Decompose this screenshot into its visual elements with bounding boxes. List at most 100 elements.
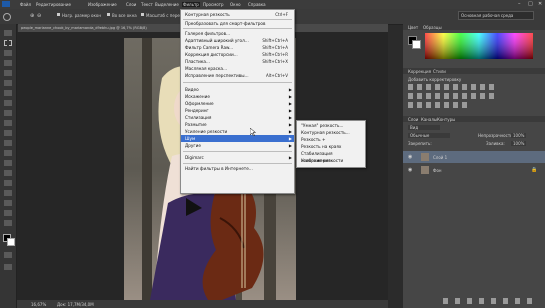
close-icon[interactable]: ✕ [538, 1, 542, 7]
minimize-icon[interactable]: – [518, 1, 521, 7]
layer-filter-select[interactable]: Вид [408, 125, 440, 130]
workspace-select[interactable]: Основная рабочая среда [458, 11, 534, 20]
visibility-eye-icon[interactable]: ◉ [408, 154, 412, 160]
menu-item-liquify[interactable]: Пластика... Shift+Ctrl+X [181, 58, 294, 65]
shape-tool-icon[interactable] [4, 200, 12, 206]
menu-item-noise[interactable]: Шум ▶ [181, 135, 294, 142]
fill-label: Заливка: [486, 141, 505, 146]
adjustment-icons-row-2[interactable] [408, 93, 498, 99]
menu-item-distort[interactable]: Искажение ▶ [181, 93, 294, 100]
menu-item-oil-paint[interactable]: Масляная краска... [181, 65, 294, 72]
tab-color[interactable]: Цвет [408, 25, 418, 30]
submenu-item-0[interactable]: "Умная" резкость... [297, 122, 365, 129]
history-brush-tool-icon[interactable] [4, 120, 12, 126]
resize-windows-checkbox[interactable] [57, 13, 60, 16]
menu-item-adaptive-wide-angle[interactable]: Адаптивный широкий угол... Shift+Ctrl+A [181, 37, 294, 44]
tab-styles[interactable]: Стили [433, 69, 446, 74]
quick-mask-icon[interactable] [4, 252, 12, 258]
menu-image[interactable]: Изображение [88, 2, 117, 7]
menu-item-browse-filters[interactable]: Найти фильтры в Интернете... [181, 165, 294, 172]
blend-mode-select[interactable]: Обычные [408, 133, 450, 138]
zoom-tool-icon[interactable] [4, 220, 12, 226]
menu-item-last-filter[interactable]: Контурная резкость Ctrl+F [181, 11, 294, 18]
hand-tool-icon[interactable] [4, 210, 12, 216]
zoom-in-icon[interactable]: ⊕ [30, 13, 34, 19]
ps-logo-icon [2, 1, 10, 7]
layer-name[interactable]: Слой 1 [433, 155, 447, 160]
healing-brush-tool-icon[interactable] [4, 90, 12, 96]
opacity-field[interactable]: 100% [511, 133, 527, 138]
submenu-item-2[interactable]: Резкость + [297, 136, 365, 143]
lasso-tool-icon[interactable] [4, 50, 12, 56]
toolbox [0, 24, 17, 308]
scrubby-zoom-checkbox[interactable] [141, 13, 144, 16]
type-tool-icon[interactable] [4, 180, 12, 186]
menu-item-lens-correction[interactable]: Коррекция дисторсии... Shift+Ctrl+R [181, 51, 294, 58]
tab-swatches[interactable]: Образцы [423, 25, 442, 30]
layer-actions-bar[interactable] [443, 298, 533, 304]
color-spectrum[interactable] [425, 33, 533, 59]
menu-item-pixelate[interactable]: Оформление ▶ [181, 100, 294, 107]
menu-item-vanishing-point[interactable]: Исправление перспективы... Alt+Ctrl+V [181, 72, 294, 79]
menu-view[interactable]: Просмотр [203, 2, 224, 7]
screen-mode-icon[interactable] [4, 264, 12, 270]
tab-paths[interactable]: Контуры [437, 117, 455, 122]
visibility-eye-icon[interactable]: ◉ [408, 167, 412, 173]
quick-select-tool-icon[interactable] [4, 60, 12, 66]
zoom-out-icon[interactable]: ⊖ [37, 13, 41, 19]
path-select-tool-icon[interactable] [4, 190, 12, 196]
noise-submenu: "Умная" резкость... Контурная резкость..… [296, 120, 366, 168]
tab-layers[interactable]: Слои [408, 117, 418, 122]
menu-item-video[interactable]: Видео ▶ [181, 86, 294, 93]
gradient-tool-icon[interactable] [4, 140, 12, 146]
eyedropper-tool-icon[interactable] [4, 80, 12, 86]
layer-row[interactable]: ◉ Фон 🔒 [403, 164, 545, 176]
pen-tool-icon[interactable] [4, 170, 12, 176]
status-bar: 16,67% Док: 17,7M/34,0M [17, 300, 388, 308]
submenu-item-5[interactable]: Усиление резкости [297, 157, 365, 164]
menu-type[interactable]: Текст [141, 2, 153, 7]
menu-item-other[interactable]: Другие ▶ [181, 142, 294, 149]
menu-edit[interactable]: Редактирование [36, 2, 71, 7]
clone-stamp-tool-icon[interactable] [4, 110, 12, 116]
menu-item-sharpen[interactable]: Усиление резкости ▶ [181, 128, 294, 135]
fill-field[interactable]: 100% [511, 141, 527, 146]
blur-tool-icon[interactable] [4, 150, 12, 156]
menu-item-render[interactable]: Рендеринг ▶ [181, 107, 294, 114]
dodge-tool-icon[interactable] [4, 160, 12, 166]
submenu-item-4[interactable]: Стабилизация изображения... [297, 150, 365, 163]
menu-bar: Файл Редактирование Изображение Слои Тек… [0, 0, 545, 9]
menu-window[interactable]: Окно [230, 2, 241, 7]
tab-channels[interactable]: Каналы [421, 117, 437, 122]
eraser-tool-icon[interactable] [4, 130, 12, 136]
panel-bg-swatch[interactable] [412, 40, 421, 49]
marquee-tool-icon[interactable] [4, 40, 12, 46]
move-tool-icon[interactable] [4, 30, 12, 36]
menu-item-filter-gallery[interactable]: Галерея фильтров... [181, 30, 294, 37]
adjustment-icons-row-1[interactable] [408, 84, 498, 90]
menu-help[interactable]: Справка [248, 2, 266, 7]
layer-thumbnail [421, 153, 429, 161]
submenu-item-1[interactable]: Контурная резкость... [297, 129, 365, 136]
maximize-icon[interactable]: □ [528, 1, 533, 7]
menu-file[interactable]: Файл [20, 2, 31, 7]
menu-select[interactable]: Выделение [155, 2, 179, 7]
brush-tool-icon[interactable] [4, 100, 12, 106]
menu-item-smart-filters[interactable]: Преобразовать для смарт-фильтров [181, 20, 294, 27]
menu-item-blur[interactable]: Размытие ▶ [181, 121, 294, 128]
layer-row[interactable]: ◉ Слой 1 [403, 151, 545, 163]
zoom-all-checkbox[interactable] [107, 13, 110, 16]
submenu-item-3[interactable]: Резкость на краях [297, 143, 365, 150]
menu-filter[interactable]: Фильтр [182, 2, 200, 7]
menu-item-digimarc[interactable]: Digimarc ▶ [181, 154, 294, 161]
lock-label: Закрепить: [408, 141, 432, 146]
menu-layers[interactable]: Слои [126, 2, 136, 7]
background-color-swatch[interactable] [7, 238, 15, 246]
tab-adjustments[interactable]: Коррекция [408, 69, 431, 74]
layer-name[interactable]: Фон [433, 168, 442, 173]
menu-item-stylize[interactable]: Стилизация ▶ [181, 114, 294, 121]
adjustment-icons-row-3[interactable] [408, 102, 468, 108]
menu-item-camera-raw[interactable]: Фильтр Camera Raw... Shift+Ctrl+A [181, 44, 294, 51]
zoom-readout[interactable]: 16,67% [31, 302, 46, 307]
crop-tool-icon[interactable] [4, 70, 12, 76]
